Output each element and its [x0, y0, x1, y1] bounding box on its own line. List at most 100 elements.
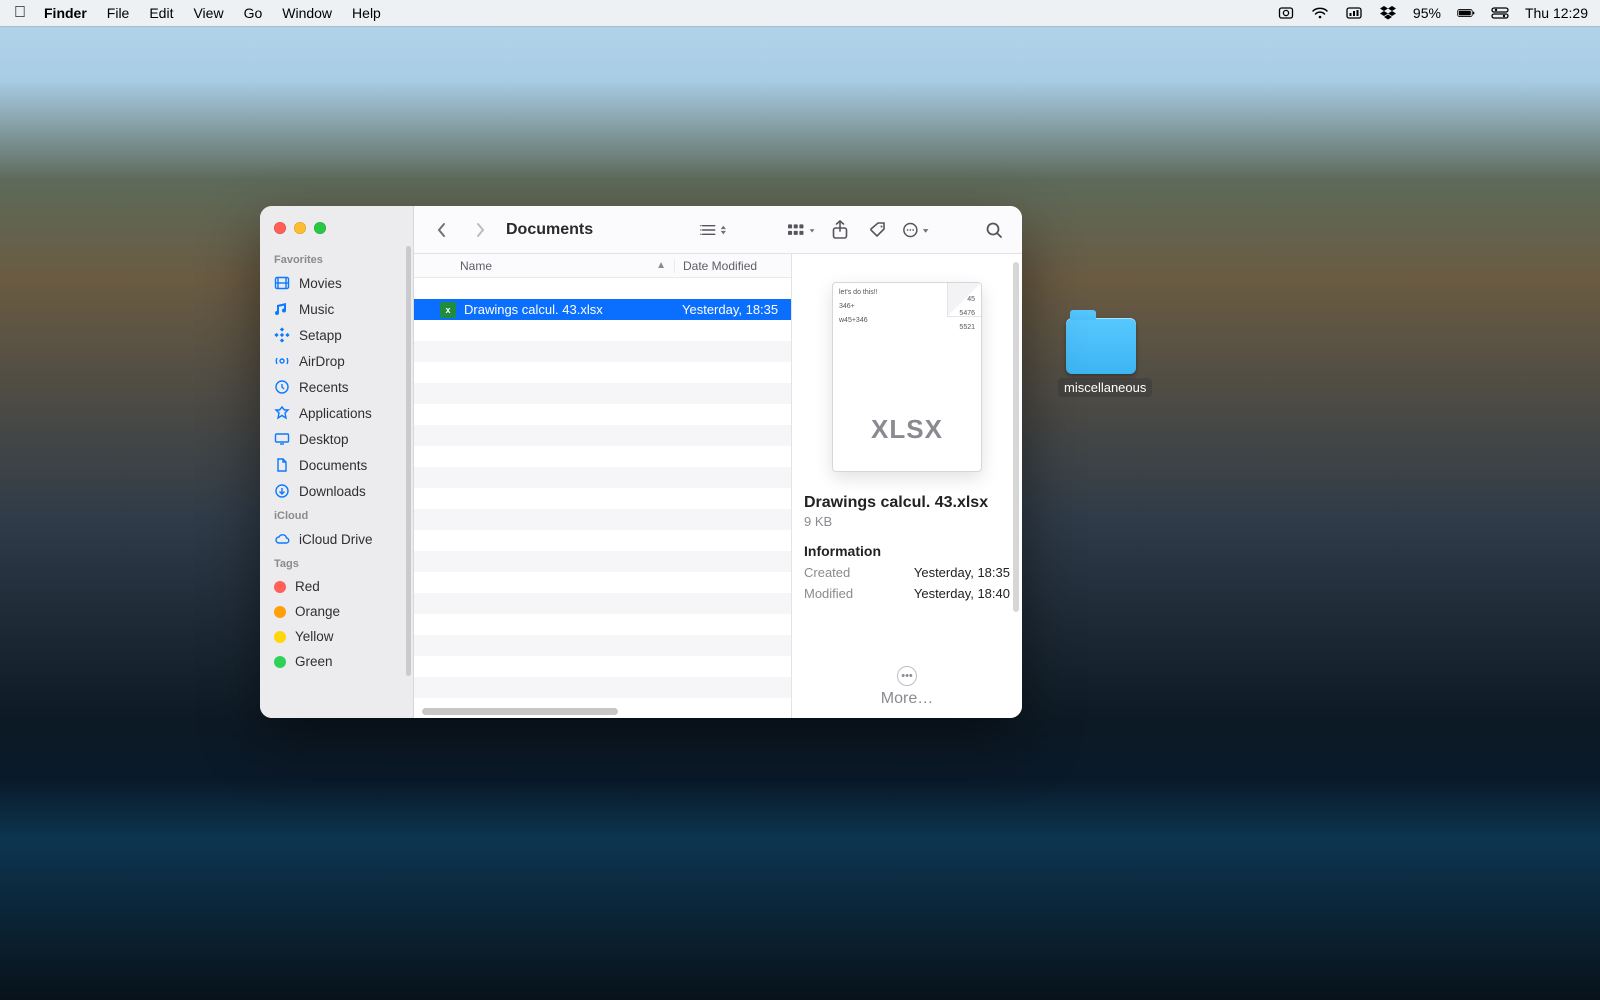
sidebar-item-applications[interactable]: Applications [260, 400, 413, 426]
window-minimize-button[interactable] [294, 222, 306, 234]
preview-pane: let's do this!! 45 346+ 5476 w45+346 552… [792, 254, 1022, 718]
sidebar-tag-orange[interactable]: Orange [260, 599, 413, 624]
battery-percent: 95% [1413, 5, 1441, 21]
preview-type-label: XLSX [833, 414, 981, 445]
file-row-empty [414, 425, 791, 446]
menu-file[interactable]: File [107, 5, 130, 21]
applications-icon [274, 405, 290, 421]
file-row-empty [414, 677, 791, 698]
share-button[interactable] [826, 216, 854, 244]
menu-edit[interactable]: Edit [149, 5, 173, 21]
control-center-icon[interactable] [1491, 4, 1509, 22]
file-row-empty [414, 593, 791, 614]
recents-icon [274, 379, 290, 395]
file-row[interactable]: x Drawings calcul. 43.xlsx Yesterday, 18… [414, 299, 791, 320]
preview-scrollbar[interactable] [1013, 262, 1019, 612]
sidebar-item-movies[interactable]: Movies [260, 270, 413, 296]
window-zoom-button[interactable] [314, 222, 326, 234]
nav-forward-button[interactable] [466, 216, 494, 244]
sidebar-item-desktop[interactable]: Desktop [260, 426, 413, 452]
app-menu[interactable]: Finder [44, 5, 87, 21]
preview-created-value: Yesterday, 18:35 [914, 565, 1010, 580]
preview-modified-label: Modified [804, 586, 853, 601]
xlsx-file-icon: x [440, 302, 456, 318]
sidebar-item-label: Green [295, 654, 333, 669]
preview-created-row: Created Yesterday, 18:35 [804, 565, 1010, 580]
sidebar-item-label: Orange [295, 604, 340, 619]
sidebar-item-label: Recents [299, 380, 349, 395]
preview-more-label: More… [792, 690, 1022, 708]
file-row-empty [414, 404, 791, 425]
sidebar-item-icloud-drive[interactable]: iCloud Drive [260, 526, 413, 552]
sidebar-item-downloads[interactable]: Downloads [260, 478, 413, 504]
sidebar-item-setapp[interactable]: Setapp [260, 322, 413, 348]
sidebar-item-label: Music [299, 302, 334, 317]
sidebar-item-label: Downloads [299, 484, 366, 499]
sidebar-item-label: AirDrop [299, 354, 345, 369]
sidebar-item-label: Setapp [299, 328, 342, 343]
action-menu-button[interactable] [902, 216, 930, 244]
ellipsis-icon: ••• [897, 666, 917, 686]
sidebar-item-music[interactable]: Music [260, 296, 413, 322]
sidebar-item-recents[interactable]: Recents [260, 374, 413, 400]
finder-sidebar: Favorites Movies Music Setapp AirDrop Re… [260, 206, 414, 718]
search-button[interactable] [980, 216, 1008, 244]
nav-back-button[interactable] [428, 216, 456, 244]
sidebar-item-documents[interactable]: Documents [260, 452, 413, 478]
file-row-empty [414, 362, 791, 383]
screenshot-menu-icon[interactable] [1277, 4, 1295, 22]
menu-window[interactable]: Window [282, 5, 332, 21]
wifi-menu-icon[interactable] [1311, 4, 1329, 22]
view-mode-button[interactable] [700, 216, 728, 244]
music-icon [274, 301, 290, 317]
apple-menu-icon[interactable]:  [14, 4, 26, 22]
dropbox-menu-icon[interactable] [1379, 4, 1397, 22]
airdrop-icon [274, 353, 290, 369]
window-close-button[interactable] [274, 222, 286, 234]
sidebar-tag-red[interactable]: Red [260, 574, 413, 599]
sidebar-item-airdrop[interactable]: AirDrop [260, 348, 413, 374]
preview-created-label: Created [804, 565, 850, 580]
file-row-empty [414, 446, 791, 467]
file-row-empty [414, 656, 791, 677]
desktop-icon [274, 431, 290, 447]
sidebar-item-label: Documents [299, 458, 367, 473]
sidebar-scrollbar[interactable] [406, 246, 411, 676]
preview-modified-row: Modified Yesterday, 18:40 [804, 586, 1010, 601]
column-header-date-label: Date Modified [683, 259, 757, 273]
sort-indicator-icon: ▲ [656, 260, 666, 271]
documents-icon [274, 457, 290, 473]
sidebar-tag-green[interactable]: Green [260, 649, 413, 674]
tags-button[interactable] [864, 216, 892, 244]
menubar-clock[interactable]: Thu 12:29 [1525, 5, 1588, 21]
file-row-empty [414, 509, 791, 530]
file-row-empty [414, 572, 791, 593]
desktop-folder-label: miscellaneous [1058, 378, 1152, 397]
menu-help[interactable]: Help [352, 5, 381, 21]
column-header-date[interactable]: Date Modified [674, 259, 791, 273]
menu-go[interactable]: Go [244, 5, 263, 21]
battery-menu-icon[interactable] [1457, 4, 1475, 22]
sidebar-icloud-label: iCloud [260, 504, 413, 526]
column-header-name[interactable]: Name ▲ [414, 259, 674, 273]
stats-menu-icon[interactable] [1345, 4, 1363, 22]
sidebar-tags-label: Tags [260, 552, 413, 574]
file-row-empty [414, 341, 791, 362]
group-by-button[interactable] [788, 216, 816, 244]
file-list-pane: Name ▲ Date Modified x Drawings calcul. … [414, 254, 792, 718]
sidebar-tag-yellow[interactable]: Yellow [260, 624, 413, 649]
cloud-icon [274, 531, 290, 547]
sidebar-item-label: Yellow [295, 629, 334, 644]
window-title: Documents [506, 221, 593, 239]
menu-view[interactable]: View [193, 5, 223, 21]
tag-dot-icon [274, 631, 286, 643]
preview-more[interactable]: ••• More… [792, 666, 1022, 708]
file-row-empty [414, 383, 791, 404]
file-row-empty [414, 551, 791, 572]
desktop-folder-miscellaneous[interactable]: miscellaneous [1058, 318, 1144, 397]
file-row-spacer [414, 278, 791, 299]
file-list-hscrollbar[interactable] [422, 708, 618, 715]
sidebar-item-label: iCloud Drive [299, 532, 373, 547]
tag-dot-icon [274, 606, 286, 618]
preview-modified-value: Yesterday, 18:40 [914, 586, 1010, 601]
